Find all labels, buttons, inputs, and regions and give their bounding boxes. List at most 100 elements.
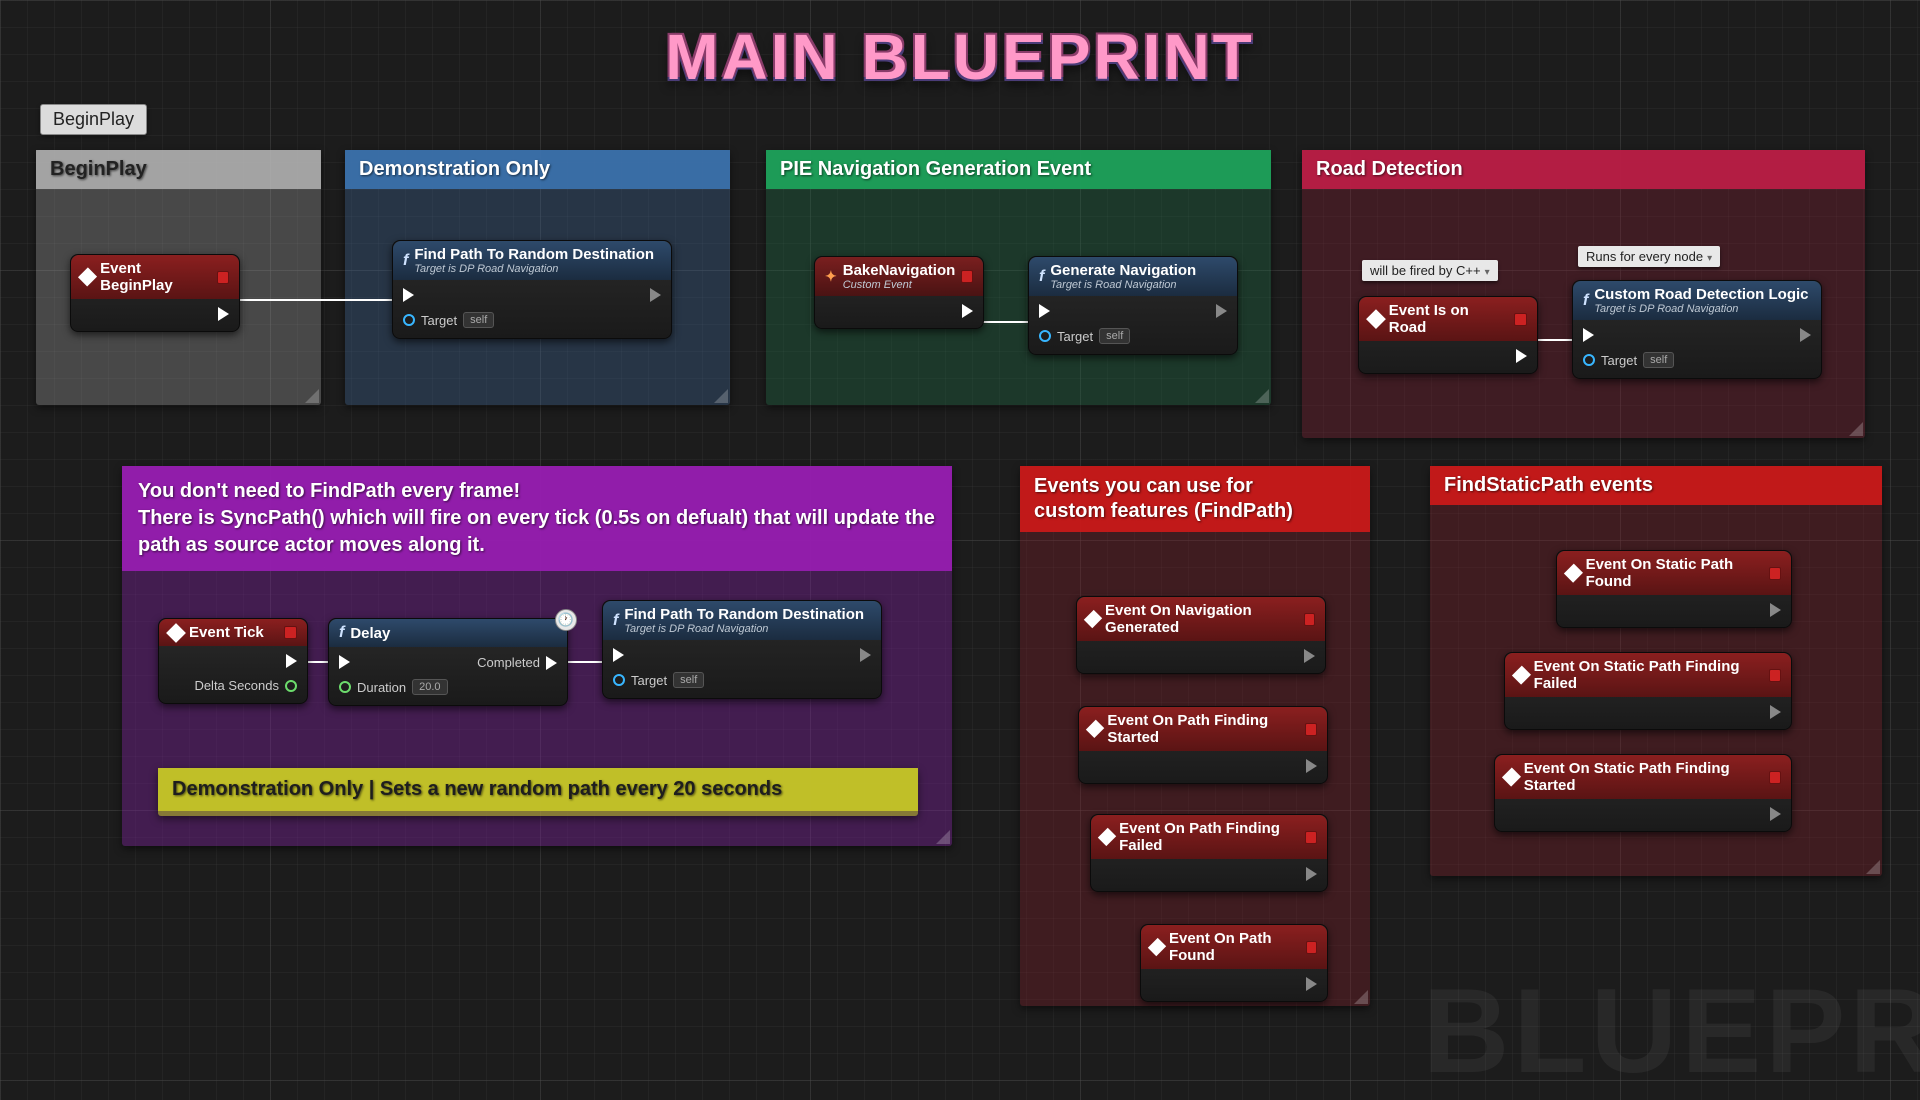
- target-pin[interactable]: Targetself: [613, 672, 704, 688]
- node-event-static-failed[interactable]: Event On Static Path Finding Failed: [1504, 652, 1792, 730]
- breakpoint-icon[interactable]: [1514, 313, 1527, 326]
- exec-in-pin[interactable]: [339, 655, 448, 669]
- comment-pie-header[interactable]: PIE Navigation Generation Event: [766, 150, 1271, 189]
- resize-handle-icon[interactable]: [714, 389, 728, 403]
- event-icon: [78, 267, 97, 286]
- breakpoint-icon[interactable]: [284, 626, 297, 639]
- breakpoint-icon[interactable]: [1769, 669, 1781, 682]
- node-header: Event On Path Finding Failed: [1091, 815, 1327, 859]
- function-icon: f: [1039, 268, 1044, 286]
- comment-road-header[interactable]: Road Detection: [1302, 150, 1865, 189]
- node-title: Find Path To Random Destination: [414, 246, 654, 263]
- note-fired-by-cpp[interactable]: will be fired by C++▾: [1362, 260, 1498, 281]
- exec-out-pin[interactable]: [1306, 759, 1317, 773]
- comment-demo-header[interactable]: Demonstration Only: [345, 150, 730, 189]
- exec-out-pin[interactable]: [286, 654, 297, 668]
- resize-handle-icon[interactable]: [1354, 990, 1368, 1004]
- comment-yellow-note-text: Demonstration Only | Sets a new random p…: [158, 768, 918, 811]
- comment-yellow-note[interactable]: Demonstration Only | Sets a new random p…: [158, 768, 918, 816]
- exec-out-pin[interactable]: [860, 648, 871, 662]
- node-event-nav-generated[interactable]: Event On Navigation Generated: [1076, 596, 1326, 674]
- exec-out-pin[interactable]: [1770, 807, 1781, 821]
- resize-handle-icon[interactable]: [305, 389, 319, 403]
- node-event-tick[interactable]: Event Tick Delta Seconds: [158, 618, 308, 704]
- breakpoint-icon[interactable]: [1305, 831, 1317, 844]
- exec-in-pin[interactable]: [613, 648, 704, 662]
- node-title: Custom Road Detection Logic: [1594, 286, 1808, 303]
- exec-out-pin[interactable]: [1770, 705, 1781, 719]
- exec-out-pin[interactable]: [962, 304, 973, 318]
- node-title: Delay: [350, 625, 390, 642]
- node-custom-road-detection[interactable]: f Custom Road Detection Logic Target is …: [1572, 280, 1822, 379]
- breakpoint-icon[interactable]: [217, 271, 229, 284]
- target-pin[interactable]: Targetself: [1039, 328, 1130, 344]
- breakpoint-icon[interactable]: [1769, 567, 1781, 580]
- node-header: f Find Path To Random Destination Target…: [603, 601, 881, 640]
- node-event-beginplay[interactable]: Event BeginPlay: [70, 254, 240, 332]
- target-pin[interactable]: Targetself: [403, 312, 494, 328]
- comment-findstatic-header[interactable]: FindStaticPath events: [1430, 466, 1882, 505]
- node-event-static-started[interactable]: Event On Static Path Finding Started: [1494, 754, 1792, 832]
- node-event-path-started[interactable]: Event On Path Finding Started: [1078, 706, 1328, 784]
- function-icon: f: [1583, 292, 1588, 310]
- duration-input[interactable]: 20.0: [412, 679, 447, 695]
- node-event-path-failed[interactable]: Event On Path Finding Failed: [1090, 814, 1328, 892]
- exec-in-pin[interactable]: [1039, 304, 1130, 318]
- node-title: Event On Static Path Found: [1586, 556, 1764, 590]
- note-runs-every-node[interactable]: Runs for every node▾: [1578, 246, 1720, 267]
- chevron-icon: ▾: [1485, 267, 1490, 278]
- event-icon: [1086, 720, 1105, 739]
- resize-handle-icon[interactable]: [936, 830, 950, 844]
- chevron-icon: ▾: [1707, 253, 1712, 264]
- node-delay[interactable]: f Delay 🕐 Duration20.0 Completed: [328, 618, 568, 706]
- resize-handle-icon[interactable]: [1849, 422, 1863, 436]
- exec-out-pin[interactable]: [1770, 603, 1781, 617]
- event-icon: [166, 623, 186, 643]
- breakpoint-icon[interactable]: [961, 270, 973, 283]
- comment-beginplay-header[interactable]: BeginPlay: [36, 150, 321, 189]
- node-title: Event On Path Finding Failed: [1119, 820, 1299, 854]
- node-header: ✦ BakeNavigation Custom Event: [815, 257, 983, 296]
- node-title: Event On Navigation Generated: [1105, 602, 1298, 636]
- duration-pin[interactable]: Duration20.0: [339, 679, 448, 695]
- breakpoint-icon[interactable]: [1305, 723, 1317, 736]
- resize-handle-icon[interactable]: [1255, 389, 1269, 403]
- completed-pin[interactable]: Completed: [477, 655, 557, 670]
- event-icon: [1148, 938, 1166, 956]
- node-event-static-found[interactable]: Event On Static Path Found: [1556, 550, 1792, 628]
- node-bakenavigation[interactable]: ✦ BakeNavigation Custom Event: [814, 256, 984, 329]
- exec-out-pin[interactable]: [1800, 328, 1811, 342]
- comment-purple-header[interactable]: You don't need to FindPath every frame! …: [122, 466, 952, 571]
- node-title: Find Path To Random Destination: [624, 606, 864, 623]
- breakpoint-icon[interactable]: [1304, 613, 1315, 626]
- exec-out-pin[interactable]: [1216, 304, 1227, 318]
- node-event-is-on-road[interactable]: Event Is on Road: [1358, 296, 1538, 374]
- node-header: Event On Navigation Generated: [1077, 597, 1325, 641]
- comment-events-findpath-header[interactable]: Events you can use forcustom features (F…: [1020, 466, 1370, 532]
- exec-out-pin[interactable]: [218, 307, 229, 321]
- node-title: Event On Path Found: [1169, 930, 1300, 964]
- exec-in-pin[interactable]: [403, 288, 494, 302]
- breakpoint-icon[interactable]: [1306, 941, 1317, 954]
- function-icon: f: [613, 612, 618, 630]
- exec-out-pin[interactable]: [1306, 977, 1317, 991]
- breakpoint-icon[interactable]: [1769, 771, 1781, 784]
- exec-out-pin[interactable]: [1304, 649, 1315, 663]
- resize-handle-icon[interactable]: [1866, 860, 1880, 874]
- event-icon: [1098, 828, 1116, 846]
- exec-out-pin[interactable]: [650, 288, 661, 302]
- node-findpath-1[interactable]: f Find Path To Random Destination Target…: [392, 240, 672, 339]
- node-findpath-2[interactable]: f Find Path To Random Destination Target…: [602, 600, 882, 699]
- delta-seconds-pin[interactable]: Delta Seconds: [194, 678, 297, 693]
- node-title: Event On Static Path Finding Failed: [1534, 658, 1763, 692]
- exec-in-pin[interactable]: [1583, 328, 1674, 342]
- node-subtitle: Target is Road Navigation: [1050, 279, 1196, 291]
- target-pin[interactable]: Targetself: [1583, 352, 1674, 368]
- exec-out-pin[interactable]: [1516, 349, 1527, 363]
- node-event-path-found[interactable]: Event On Path Found: [1140, 924, 1328, 1002]
- node-generate-navigation[interactable]: f Generate Navigation Target is Road Nav…: [1028, 256, 1238, 355]
- node-header: Event Is on Road: [1359, 297, 1537, 341]
- exec-out-pin[interactable]: [1306, 867, 1317, 881]
- page-title: MAIN BLUEPRINT: [665, 20, 1255, 94]
- function-icon: f: [339, 624, 344, 642]
